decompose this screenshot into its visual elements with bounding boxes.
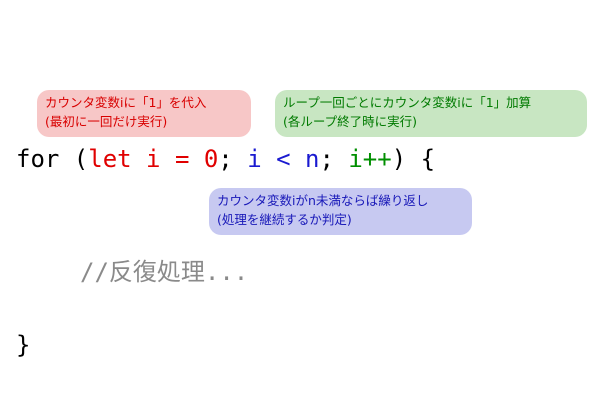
close-paren-brace: ) { — [391, 145, 436, 173]
increment-annotation-line1: ループ一回ごとにカウンタ変数iに「1」加算 — [283, 95, 532, 110]
init-annotation: カウンタ変数iに「1」を代入 (最初に一回だけ実行) — [37, 90, 251, 137]
init-annotation-line2: (最初に一回だけ実行) — [45, 114, 168, 129]
loop-body-comment: //反復処理... — [80, 258, 249, 286]
init-expression: let i = 0 — [88, 145, 219, 173]
increment-annotation-line2: (各ループ終了時に実行) — [283, 114, 418, 129]
condition-annotation: カウンタ変数iがn未満ならば繰り返し (処理を継続するか判定) — [209, 188, 472, 235]
condition-expression: i < n — [247, 145, 320, 173]
increment-expression: i++ — [348, 145, 392, 173]
closing-brace: } — [16, 331, 31, 359]
increment-annotation: ループ一回ごとにカウンタ変数iに「1」加算 (各ループ終了時に実行) — [275, 90, 587, 137]
for-keyword: for ( — [16, 145, 89, 173]
init-annotation-line1: カウンタ変数iに「1」を代入 — [45, 95, 207, 110]
separator-1: ; — [218, 145, 248, 173]
for-statement-line: for (let i = 0; i < n; i++) { — [16, 144, 435, 174]
condition-annotation-line2: (処理を継続するか判定) — [217, 212, 352, 227]
separator-2: ; — [319, 145, 349, 173]
condition-annotation-line1: カウンタ変数iがn未満ならば繰り返し — [217, 193, 429, 208]
